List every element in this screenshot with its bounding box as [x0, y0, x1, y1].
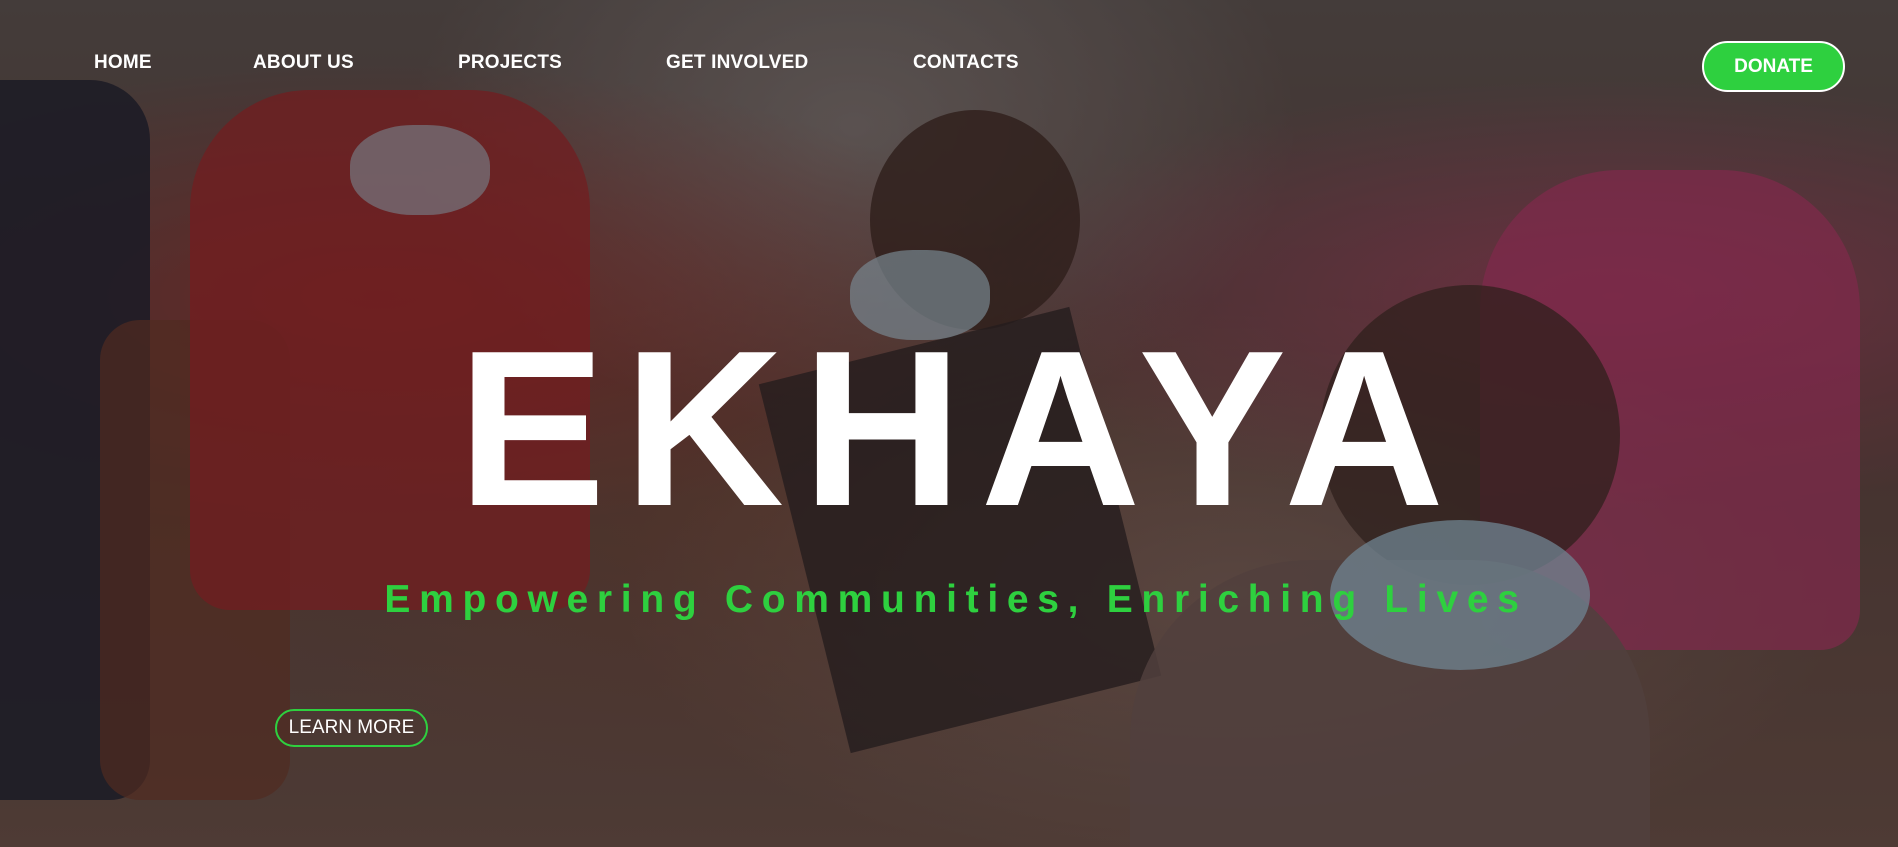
learn-more-button[interactable]: LEARN MORE	[275, 709, 428, 747]
hero-title: EKHAYA	[457, 305, 1463, 553]
hero-tagline: Empowering Communities, Enriching Lives	[384, 578, 1528, 621]
nav-link-get-involved[interactable]: GET INVOLVED	[666, 52, 808, 74]
main-nav: HOME ABOUT US PROJECTS GET INVOLVED CONT…	[0, 52, 1898, 82]
nav-link-projects[interactable]: PROJECTS	[458, 52, 562, 74]
donate-button[interactable]: DONATE	[1702, 41, 1845, 92]
nav-link-home[interactable]: HOME	[94, 52, 152, 74]
nav-link-about-us[interactable]: ABOUT US	[253, 52, 354, 74]
hero-section: HOME ABOUT US PROJECTS GET INVOLVED CONT…	[0, 0, 1898, 847]
nav-link-contacts[interactable]: CONTACTS	[913, 52, 1019, 74]
